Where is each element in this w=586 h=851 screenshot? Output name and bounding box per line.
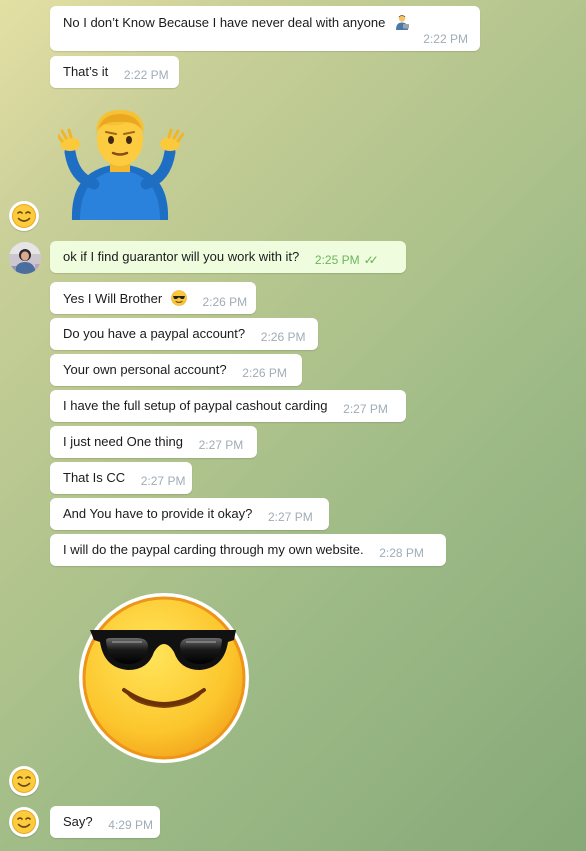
message-bubble[interactable]: No I don’t Know Because I have never dea… xyxy=(50,6,480,51)
message-bubble[interactable]: I have the full setup of paypal cashout … xyxy=(50,390,406,422)
message-time: 2:22 PM xyxy=(123,68,169,82)
message-bubble[interactable]: Yes I Will Brother 2:26 PM xyxy=(50,282,256,314)
message-time: 2:26 PM xyxy=(242,366,287,380)
message-text: I just need One thing xyxy=(63,434,183,449)
message-text: No I don’t Know Because I have never dea… xyxy=(63,15,386,30)
profile-photo-avatar[interactable] xyxy=(9,242,41,274)
message-bubble[interactable]: I just need One thing 2:27 PM xyxy=(50,426,257,458)
message-time: 2:27 PM xyxy=(198,438,244,452)
man-shrugging-sticker[interactable] xyxy=(55,108,185,220)
message-bubble[interactable]: And You have to provide it okay? 2:27 PM xyxy=(50,498,329,530)
message-time: 4:29 PM xyxy=(108,818,153,832)
message-time: 2:26 PM xyxy=(260,330,306,344)
message-bubble[interactable]: Say? 4:29 PM xyxy=(50,806,160,838)
message-text: And You have to provide it okay? xyxy=(63,506,253,521)
message-bubble-outgoing[interactable]: ok if I find guarantor will you work wit… xyxy=(50,241,406,273)
message-time: 2:25 PM xyxy=(314,253,360,267)
message-time: 2:28 PM xyxy=(379,546,424,560)
contact-avatar[interactable] xyxy=(9,807,39,837)
smiley-avatar-icon xyxy=(12,204,36,228)
message-time: 2:27 PM xyxy=(140,474,186,488)
message-bubble[interactable]: That’s it 2:22 PM xyxy=(50,56,179,88)
contact-avatar[interactable] xyxy=(9,766,39,796)
sunglasses-face-sticker[interactable] xyxy=(76,590,252,766)
message-bubble[interactable]: Your own personal account? 2:26 PM xyxy=(50,354,302,386)
contact-avatar[interactable] xyxy=(9,201,39,231)
chat-history[interactable]: No I don’t Know Because I have never dea… xyxy=(0,0,586,851)
message-text: Your own personal account? xyxy=(63,362,227,377)
message-text: I will do the paypal carding through my … xyxy=(63,542,364,557)
message-bubble[interactable]: I will do the paypal carding through my … xyxy=(50,534,446,566)
sunglasses-emoji-icon xyxy=(171,290,187,310)
message-time: 2:26 PM xyxy=(202,295,248,309)
man-technologist-icon xyxy=(394,14,410,34)
message-bubble[interactable]: That Is CC 2:27 PM xyxy=(50,462,192,494)
message-text: That’s it xyxy=(63,64,109,79)
message-text: I have the full setup of paypal cashout … xyxy=(63,398,328,413)
message-text: Do you have a paypal account? xyxy=(63,326,246,341)
message-text: Yes I Will Brother xyxy=(63,291,163,306)
message-text: That Is CC xyxy=(63,470,126,485)
message-bubble[interactable]: Do you have a paypal account? 2:26 PM xyxy=(50,318,318,350)
smiley-avatar-icon xyxy=(12,769,36,793)
double-check-icon: ✓✓ xyxy=(363,253,379,267)
message-time: 2:27 PM xyxy=(268,510,313,524)
message-text: Say? xyxy=(63,814,93,829)
message-text: ok if I find guarantor will you work wit… xyxy=(63,249,300,264)
message-time: 2:22 PM xyxy=(423,32,468,46)
smiley-avatar-icon xyxy=(12,810,36,834)
message-time: 2:27 PM xyxy=(343,402,388,416)
